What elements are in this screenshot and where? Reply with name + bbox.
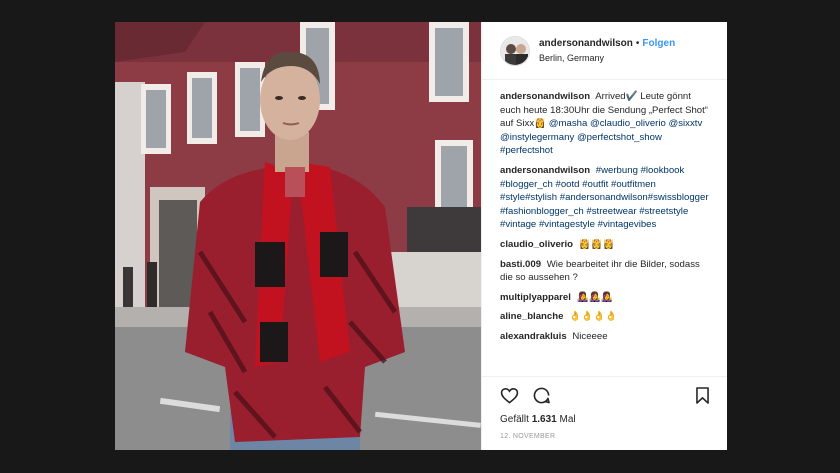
post-header: andersonandwilson • Folgen Berlin, Germa… xyxy=(482,22,727,80)
location-link[interactable]: Berlin, Germany xyxy=(539,53,675,63)
comment-item: alexandrakluis Niceeee xyxy=(500,330,713,344)
hashtag-link[interactable]: #outfitmen xyxy=(611,179,656,190)
comment-username[interactable]: aline_blanche xyxy=(500,311,563,322)
comment-item: basti.009 Wie bearbeitet ihr die Bilder,… xyxy=(500,258,713,285)
comment-icon xyxy=(533,387,550,404)
post-photo-illustration xyxy=(115,22,481,450)
avatar-image xyxy=(501,36,529,65)
action-bar xyxy=(482,376,727,414)
hashtag-link[interactable]: #andersonandwilson xyxy=(560,192,648,203)
heart-icon xyxy=(500,387,518,404)
hashtag-link[interactable]: #streetwear xyxy=(586,206,636,217)
mention-link[interactable]: @perfectshot_show xyxy=(577,132,662,143)
hashtag-link[interactable]: #blogger_ch xyxy=(500,179,553,190)
hashtag-link[interactable]: #outfit xyxy=(582,179,608,190)
hashtag-link[interactable]: #ootd xyxy=(555,179,579,190)
like-count[interactable]: Gefällt 1.631 Mal xyxy=(482,414,727,428)
header-text: andersonandwilson • Folgen Berlin, Germa… xyxy=(539,38,675,63)
post-date[interactable]: 12. NOVEMBER xyxy=(482,428,727,450)
comment-username[interactable]: multiplyapparel xyxy=(500,292,571,303)
hashtag-link[interactable]: #vintagevibes xyxy=(598,219,657,230)
comment-item: claudio_oliverio 👸👸👸 xyxy=(500,238,713,252)
comment-text: 👌👌👌👌 xyxy=(569,311,617,323)
instagram-post: andersonandwilson • Folgen Berlin, Germa… xyxy=(115,22,727,450)
hashtag-link[interactable]: #vintage xyxy=(500,219,536,230)
hashtag-link[interactable]: #lookbook xyxy=(641,165,685,176)
comment-item: multiplyapparel 👩‍🎤👩‍🎤👩‍🎤 xyxy=(500,291,713,305)
bookmark-icon xyxy=(695,387,709,404)
comment-item: aline_blanche 👌👌👌👌 xyxy=(500,310,713,324)
mention-link[interactable]: @sixxtv xyxy=(669,118,703,129)
header-username[interactable]: andersonandwilson xyxy=(539,38,633,49)
mention-link[interactable]: @instylegermany xyxy=(500,132,574,143)
hashtag-link[interactable]: #vintagestyle xyxy=(539,219,595,230)
comment-text: Niceeee xyxy=(572,330,608,342)
comment-text: 👸👸👸 xyxy=(578,238,615,250)
like-button[interactable] xyxy=(498,385,520,407)
comment-username[interactable]: claudio_oliverio xyxy=(500,239,573,250)
hashtag-link[interactable]: #fashionblogger_ch xyxy=(500,206,584,217)
hashtag-link[interactable]: #style xyxy=(500,192,525,203)
comment-text: 👩‍🎤👩‍🎤👩‍🎤 xyxy=(576,291,613,303)
post-side-panel: andersonandwilson • Folgen Berlin, Germa… xyxy=(481,22,727,450)
header-separator: • xyxy=(635,38,640,49)
likes-label: Gefällt xyxy=(500,414,529,425)
page-backdrop: andersonandwilson • Folgen Berlin, Germa… xyxy=(0,0,840,473)
comment-username[interactable]: basti.009 xyxy=(500,259,541,270)
avatar[interactable] xyxy=(500,35,530,66)
mention-link[interactable]: @masha xyxy=(549,118,588,129)
comment-username[interactable]: andersonandwilson xyxy=(500,165,590,176)
hashtag-link[interactable]: #werbung xyxy=(596,165,638,176)
caption: andersonandwilson Arrived✔️ Leute gönnt … xyxy=(500,90,713,158)
caption-username[interactable]: andersonandwilson xyxy=(500,91,590,102)
header-line: andersonandwilson • Folgen xyxy=(539,38,675,49)
comment-button[interactable] xyxy=(530,385,552,407)
comment-list[interactable]: andersonandwilson Arrived✔️ Leute gönnt … xyxy=(482,80,727,376)
hashtag-link[interactable]: #streetstyle xyxy=(639,206,688,217)
comment-username[interactable]: alexandrakluis xyxy=(500,331,567,342)
hashtag-link[interactable]: #swissblogger xyxy=(648,192,709,203)
likes-suffix: Mal xyxy=(559,414,576,425)
follow-button[interactable]: Folgen xyxy=(642,38,675,49)
hashtag-link[interactable]: #perfectshot xyxy=(500,145,553,156)
mention-link[interactable]: @claudio_oliverio xyxy=(590,118,666,129)
save-button[interactable] xyxy=(691,385,713,407)
likes-number: 1.631 xyxy=(531,414,557,425)
hashtag-link[interactable]: #stylish xyxy=(525,192,557,203)
comment-item: andersonandwilson #werbung #lookbook #bl… xyxy=(500,164,713,232)
post-photo[interactable] xyxy=(115,22,481,450)
